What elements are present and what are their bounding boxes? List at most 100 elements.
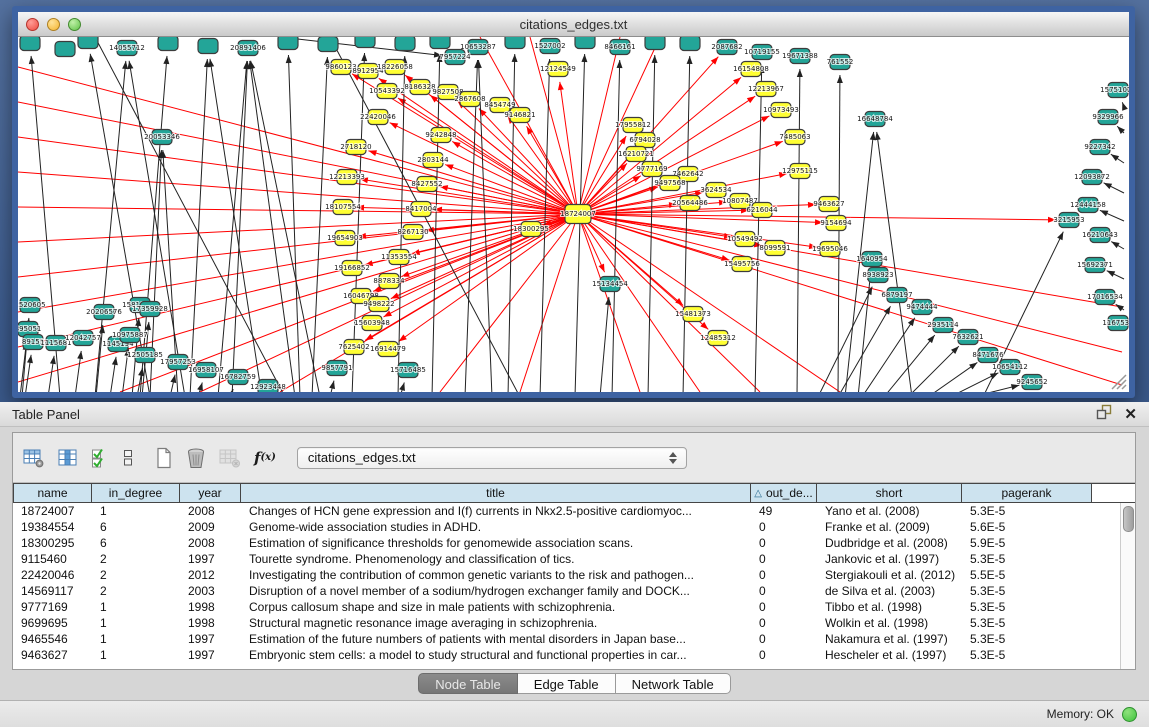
table-row[interactable]: 1456911722003Disruption of a novel membe… bbox=[13, 583, 1121, 599]
graph-edge bbox=[578, 214, 840, 392]
graph-edge bbox=[210, 59, 262, 392]
table-cell-pagerank: 5.3E-5 bbox=[962, 551, 1092, 567]
graph-node-label: 895051 bbox=[18, 325, 41, 333]
graph-node-label: 10719155 bbox=[744, 48, 780, 56]
table-cell-year: 1997 bbox=[180, 631, 241, 647]
network-window-titlebar[interactable]: citations_edges.txt bbox=[18, 12, 1129, 37]
column-header-short[interactable]: short bbox=[817, 484, 962, 502]
rows-icon[interactable] bbox=[122, 448, 134, 468]
new-document-icon[interactable] bbox=[155, 447, 173, 469]
row-checklist-icon[interactable] bbox=[91, 448, 109, 468]
graph-node-label: 12485312 bbox=[700, 334, 736, 342]
graph-node[interactable] bbox=[318, 37, 338, 52]
table-row[interactable]: 1830029562008Estimation of significance … bbox=[13, 535, 1121, 551]
edge-arrowhead-icon bbox=[605, 297, 611, 305]
edge-arrowhead-icon bbox=[390, 123, 399, 129]
graph-node[interactable] bbox=[198, 39, 218, 54]
table-row[interactable]: 946554611997Estimation of the future num… bbox=[13, 631, 1121, 647]
graph-edge bbox=[190, 59, 207, 392]
edge-arrowhead-icon bbox=[1111, 242, 1119, 249]
table-scrollbar[interactable] bbox=[1120, 503, 1135, 669]
edge-arrowhead-icon bbox=[399, 382, 405, 391]
edge-arrowhead-icon bbox=[401, 271, 410, 277]
graph-node-label: 7632621 bbox=[952, 333, 983, 341]
graph-edge bbox=[683, 56, 690, 392]
table-cell-pagerank: 5.3E-5 bbox=[962, 647, 1092, 663]
scrollbar-thumb[interactable] bbox=[1123, 506, 1134, 532]
table-row[interactable]: 911546021997Tourette syndrome. Phenomeno… bbox=[13, 551, 1121, 567]
memory-status-label: Memory: OK bbox=[1047, 707, 1114, 721]
column-header-pagerank[interactable]: pagerank bbox=[962, 484, 1092, 502]
network-canvas[interactable]: 1872400798601238912954182260581054339281… bbox=[18, 37, 1129, 392]
table-cell-year: 1997 bbox=[180, 647, 241, 663]
dropdown-stepper-icon bbox=[664, 452, 686, 464]
table-row[interactable]: 969969511998Structural magnetic resonanc… bbox=[13, 615, 1121, 631]
table-row[interactable]: 977716911998Corpus callosum shape and si… bbox=[13, 599, 1121, 615]
table-cell-year: 2009 bbox=[180, 519, 241, 535]
table-row[interactable]: 946362711997Embryonic stem cells: a mode… bbox=[13, 647, 1121, 663]
table-settings-icon[interactable] bbox=[23, 448, 45, 468]
edge-arrowhead-icon bbox=[747, 96, 755, 103]
graph-node[interactable] bbox=[505, 37, 525, 49]
graph-edge bbox=[18, 214, 578, 312]
table-cell-out_degree: 0 bbox=[751, 535, 817, 551]
graph-node-label: 9245652 bbox=[1016, 378, 1047, 386]
graph-node-label: 17359928 bbox=[132, 305, 168, 313]
delete-trash-icon[interactable] bbox=[186, 447, 206, 469]
graph-node-label: 6879197 bbox=[881, 291, 912, 299]
graph-node[interactable] bbox=[430, 37, 450, 49]
graph-node[interactable] bbox=[158, 37, 178, 51]
table-row[interactable]: 1872400712008Changes of HCN gene express… bbox=[13, 503, 1121, 519]
table-cell-in_degree: 1 bbox=[92, 503, 180, 519]
column-header-out_degree[interactable]: △out_de... bbox=[751, 484, 817, 502]
graph-node[interactable] bbox=[645, 37, 665, 50]
edge-arrowhead-icon bbox=[89, 54, 95, 62]
table-cell-name: 22420046 bbox=[13, 567, 92, 583]
table-panel-header: Table Panel ✕ bbox=[0, 402, 1149, 427]
column-header-name[interactable]: name bbox=[13, 484, 92, 502]
graph-node-label: 18107554 bbox=[325, 203, 361, 211]
table-selector-dropdown[interactable]: citations_edges.txt bbox=[297, 447, 687, 469]
table-cell-short: Stergiakouli et al. (2012) bbox=[817, 567, 962, 583]
graph-node-label: 7485063 bbox=[779, 133, 810, 141]
edge-arrowhead-icon bbox=[652, 55, 658, 63]
edge-arrowhead-icon bbox=[1122, 102, 1128, 111]
graph-node[interactable] bbox=[680, 37, 700, 51]
graph-node-label: 12213967 bbox=[748, 85, 784, 93]
graph-node[interactable] bbox=[395, 37, 415, 51]
tab-network-table[interactable]: Network Table bbox=[616, 673, 731, 694]
function-builder-icon[interactable]: f(x) bbox=[254, 449, 276, 467]
table-cell-name: 9699695 bbox=[13, 615, 92, 631]
graph-node-label: 2935114 bbox=[927, 321, 959, 329]
graph-node-label: 9857791 bbox=[321, 364, 352, 372]
graph-node[interactable] bbox=[355, 37, 375, 48]
column-header-in_degree[interactable]: in_degree bbox=[92, 484, 180, 502]
column-select-icon[interactable] bbox=[58, 448, 78, 468]
column-header-title[interactable]: title bbox=[241, 484, 751, 502]
float-panel-icon[interactable] bbox=[1096, 404, 1112, 425]
table-cell-title: Tourette syndrome. Phenomenology and cla… bbox=[241, 551, 751, 567]
table-cell-in_degree: 2 bbox=[92, 583, 180, 599]
close-panel-icon[interactable]: ✕ bbox=[1124, 407, 1137, 422]
edge-arrowhead-icon bbox=[50, 356, 56, 364]
graph-node-label: 9497568 bbox=[654, 179, 685, 187]
edge-arrowhead-icon bbox=[361, 53, 367, 61]
network-window[interactable]: citations_edges.txt 18724007986012389129… bbox=[12, 6, 1135, 398]
graph-node[interactable] bbox=[20, 37, 40, 51]
edge-arrowhead-icon bbox=[774, 141, 783, 147]
table-cell-year: 1998 bbox=[180, 615, 241, 631]
table-body: 1872400712008Changes of HCN gene express… bbox=[13, 503, 1121, 669]
tab-node-table[interactable]: Node Table bbox=[418, 673, 518, 694]
graph-node[interactable] bbox=[55, 42, 75, 57]
graph-node[interactable] bbox=[278, 37, 298, 50]
graph-node-label: 8938923 bbox=[862, 271, 893, 279]
graph-edge bbox=[838, 75, 840, 392]
tab-edge-table[interactable]: Edge Table bbox=[518, 673, 616, 694]
graph-node[interactable] bbox=[575, 37, 595, 49]
column-header-year[interactable]: year bbox=[180, 484, 241, 502]
edge-arrowhead-icon bbox=[687, 56, 693, 64]
table-row[interactable]: 2242004622012Investigating the contribut… bbox=[13, 567, 1121, 583]
table-row[interactable]: 1938455462009Genome-wide association stu… bbox=[13, 519, 1121, 535]
graph-node[interactable] bbox=[78, 37, 98, 49]
graph-node-label: 2087682 bbox=[711, 43, 742, 51]
